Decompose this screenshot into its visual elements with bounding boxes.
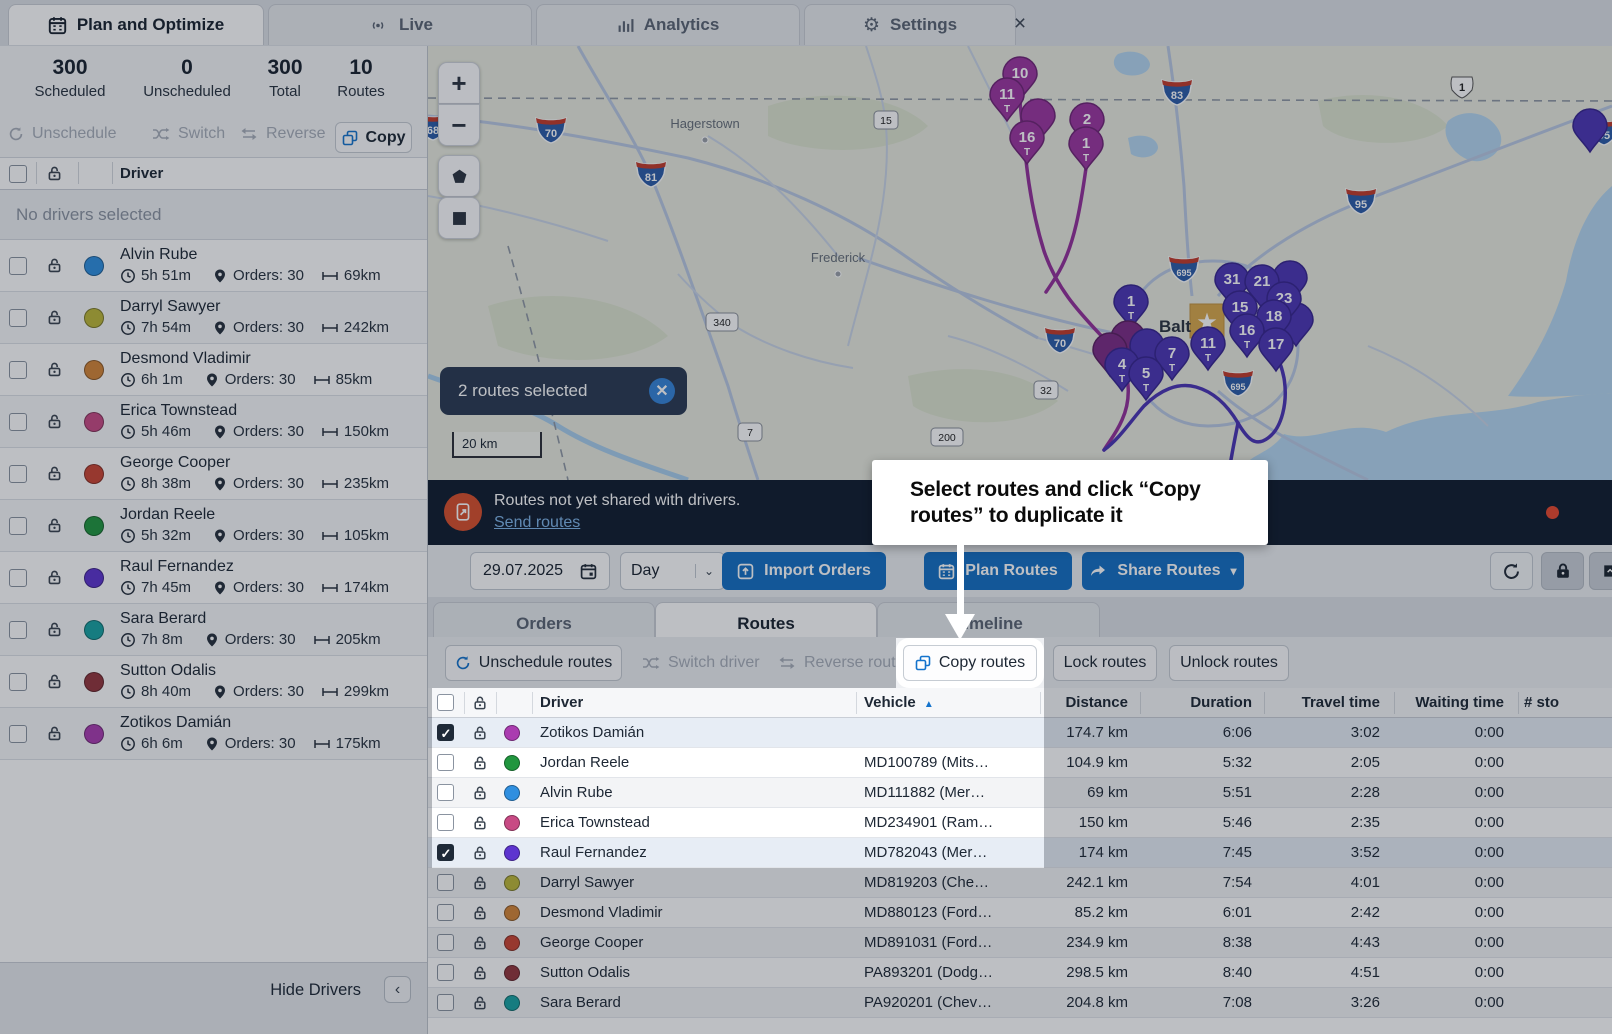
route-color-dot — [504, 755, 520, 771]
unlock-icon[interactable] — [472, 785, 488, 801]
row-checkbox[interactable] — [437, 784, 454, 801]
cell-driver: Alvin Rube — [540, 778, 850, 807]
tutorial-arrow — [957, 544, 964, 616]
tutorial-arrow-head — [945, 614, 975, 640]
copy-icon — [915, 655, 931, 671]
row-checkbox[interactable] — [437, 754, 454, 771]
unlock-icon[interactable] — [472, 725, 488, 741]
unlock-icon[interactable] — [472, 815, 488, 831]
select-all-checkbox[interactable] — [437, 694, 454, 711]
tutorial-dim-overlay — [0, 688, 432, 868]
route-color-dot — [504, 815, 520, 831]
row-checkbox[interactable] — [437, 814, 454, 831]
unlock-icon[interactable] — [472, 845, 488, 861]
tutorial-tooltip-text: Select routes and click “Copy routes” to… — [910, 477, 1244, 529]
tutorial-dim-overlay — [0, 638, 896, 688]
col-driver[interactable]: Driver — [540, 688, 583, 717]
tutorial-dim-overlay — [0, 0, 1612, 638]
route-color-dot — [504, 785, 520, 801]
copy-routes-spotlight: Copy routes — [903, 645, 1037, 681]
tutorial-dim-overlay — [0, 868, 1612, 1034]
col-vehicle[interactable]: Vehicle ▲ — [864, 688, 934, 719]
sort-ascending-icon: ▲ — [924, 699, 934, 710]
cell-driver: Raul Fernandez — [540, 838, 850, 867]
copy-routes-button[interactable]: Copy routes — [903, 645, 1037, 681]
route-color-dot — [504, 725, 520, 741]
route-color-dot — [504, 845, 520, 861]
app-window: Plan and Optimize Live Analytics ⚙ Setti… — [0, 0, 1612, 1034]
tutorial-tooltip: Select routes and click “Copy routes” to… — [872, 460, 1268, 545]
lock-column-icon — [472, 695, 488, 711]
cell-driver: Jordan Reele — [540, 748, 850, 777]
row-checkbox[interactable] — [437, 724, 454, 741]
unlock-icon[interactable] — [472, 755, 488, 771]
tutorial-dim-overlay — [1044, 638, 1612, 868]
row-checkbox[interactable] — [437, 844, 454, 861]
cell-driver: Erica Townstead — [540, 808, 850, 837]
cell-driver: Zotikos Damián — [540, 718, 850, 747]
